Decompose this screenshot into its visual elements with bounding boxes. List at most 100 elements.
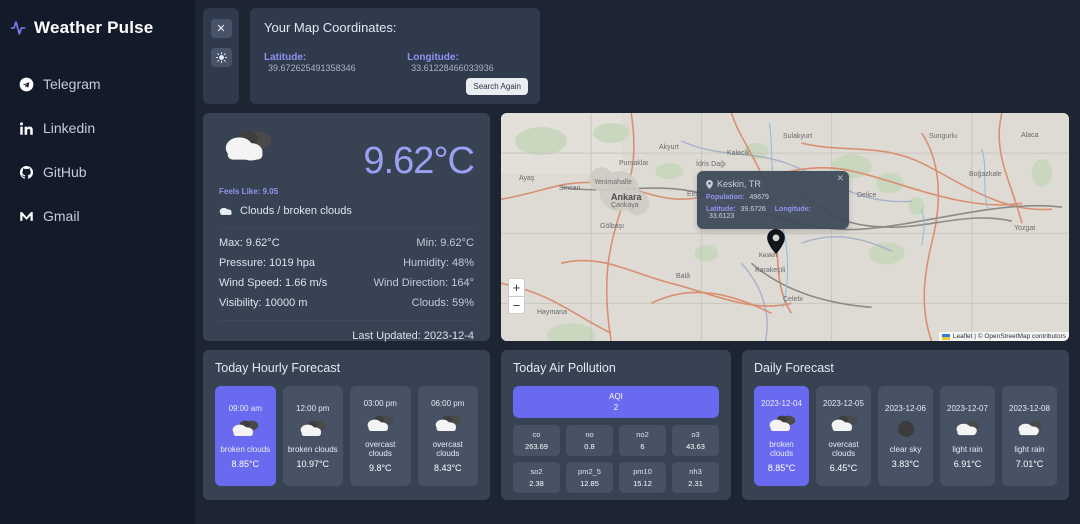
theme-toggle-sun-icon[interactable] [210,48,232,67]
daily-description: light rain [1014,444,1045,454]
daily-description: broken clouds [769,440,794,458]
air-component-value: 263.69 [525,442,548,451]
sidebar-item-label: Gmail [43,208,80,224]
current-weather-card: 9.62°C Feels Like: 9.05 Clouds / broken … [203,113,490,342]
daily-forecast-tile[interactable]: 2023-12-04 broken clouds 8.85°C [754,386,809,486]
daily-temperature: 3.83°C [891,458,920,469]
map-place-label: İdris Dağı [696,161,726,168]
popup-latitude-value: 39.6726 [740,206,766,213]
air-component-name: nh3 [689,467,702,476]
sidebar-item-label: Linkedin [43,120,96,136]
map-place-label: Balâ [676,273,691,280]
wind-direction: Wind Direction: 164° [373,277,474,289]
map-place-label: Alaca [1021,132,1039,139]
daily-forecast-tile[interactable]: 2023-12-08 light rain 7.01°C [1002,386,1057,486]
air-component-cell: so2 2.38 [513,462,560,493]
daily-forecast-tile[interactable]: 2023-12-07 light rain 6.91°C [940,386,995,486]
coordinates-title: Your Map Coordinates: [264,20,397,35]
air-pollution-panel: Today Air Pollution AQI 2 co 263.69 no 0.8 n… [501,350,731,500]
map-place-label: Sincan [559,185,581,192]
daily-forecast-title: Daily Forecast [754,361,834,375]
air-component-cell: pm10 15.12 [619,462,666,493]
close-icon[interactable]: ✕ [210,19,232,38]
air-component-cell: co 263.69 [513,425,560,456]
daily-temperature: 6.45°C [829,463,858,473]
daily-temperature: 6.91°C [953,458,982,469]
air-components-grid: co 263.69 no 0.8 no2 6 o3 43.63 so2 2.38 pm2_5 12.8… [513,425,719,493]
air-component-name: co [532,430,541,439]
sidebar: Weather Pulse Telegram Linkedin GitHub G… [0,0,195,524]
hourly-forecast-tile[interactable]: 03:00 pm overcast clouds 9.8°C [350,386,411,486]
popup-coords-row: Latitude: 39.6726 Longitude: 33.6123 [706,206,840,220]
sidebar-item-gmail[interactable]: Gmail [0,198,195,234]
map-place-label: Yenimahalle [594,179,632,186]
map-place-label: Kalecik [727,150,750,157]
map-attribution: Leaflet | © OpenStreetMap contributors [938,332,1069,341]
popup-close-icon[interactable]: ✕ [836,173,844,184]
map-zoom-controls[interactable]: + − [508,278,525,314]
hourly-temperature: 10.97°C [296,458,330,469]
map-place-label: Boğazkale [969,171,1002,178]
attribution-text[interactable]: Leaflet | © OpenStreetMap contributors [953,333,1066,340]
daily-forecast-tile[interactable]: 2023-12-05 overcast clouds 6.45°C [816,386,871,486]
map-place-label: Haymana [537,309,567,316]
hourly-forecast-title: Today Hourly Forecast [215,361,341,375]
last-updated: Last Updated: 2023-12-4 [219,320,474,342]
light-rain-icon [953,418,983,440]
air-component-value: 12.85 [580,479,599,488]
hourly-description: broken clouds [220,444,271,454]
small-cloud-icon [219,206,233,216]
map-place-label: Çankaya [611,202,639,209]
sidebar-nav: Telegram Linkedin GitHub Gmail [0,66,195,234]
map-place-label: Pursaklar [619,160,649,167]
map-place-label: Sungurlu [929,133,958,140]
daily-forecast-tile[interactable]: 2023-12-06 clear sky 3.83°C [878,386,933,486]
daily-date: 2023-12-06 [885,403,926,413]
coordinates-card: Your Map Coordinates: Latitude: 39.67262… [250,8,540,104]
hourly-forecast-tile[interactable]: 06:00 pm overcast clouds 8.43°C [417,386,478,486]
broken-clouds-icon [219,126,277,168]
map-marker-pin-icon[interactable] [767,229,785,254]
search-again-button[interactable]: Search Again [466,78,528,95]
popup-population-row: Population: 49679 [706,194,840,201]
daily-temperature: 7.01°C [1015,458,1044,469]
sidebar-item-telegram[interactable]: Telegram [0,66,195,102]
hourly-temperature: 8.85°C [231,458,260,469]
daily-description: clear sky [889,444,922,454]
current-temperature: 9.62°C [363,140,475,182]
population-label: Population: [706,194,745,201]
map-place-label: Sulakyurt [783,133,813,140]
sidebar-item-github[interactable]: GitHub [0,154,195,190]
wind-speed: Wind Speed: 1.66 m/s [219,277,328,289]
zoom-out-button[interactable]: − [509,296,524,313]
min-temp: Min: 9.62°C [416,237,474,249]
daily-temperature: 8.85°C [767,463,796,473]
light-rain-icon [1015,418,1045,440]
air-component-cell: pm2_5 12.85 [566,462,613,493]
hourly-description: broken clouds [287,444,338,454]
sidebar-item-linkedin[interactable]: Linkedin [0,110,195,146]
longitude-label: Longitude: [407,52,459,63]
latitude-label: Latitude: [264,52,307,63]
current-weather-header: 9.62°C [219,126,475,183]
metric-row: Pressure: 1019 hpa Humidity: 48% [219,257,474,269]
map-tool-column: ✕ [203,8,239,104]
hourly-time: 03:00 pm [363,399,397,408]
longitude-group: Longitude: 33.61228466033936 [407,52,526,73]
map-place-label: Çelebi [783,296,803,303]
aqi-box[interactable]: AQI 2 [513,386,719,418]
hourly-forecast-tile[interactable]: 12:00 pm broken clouds 10.97°C [282,386,343,486]
air-component-value: 15.12 [633,479,652,488]
daily-description: light rain [952,444,983,454]
zoom-in-button[interactable]: + [509,279,524,296]
latitude-value: 39.672625491358346 [268,63,356,73]
air-component-value: 43.63 [686,442,705,451]
map-card[interactable]: Ayaş Sincan Yenimahalle Pursaklar Ankara Çank… [501,113,1069,341]
visibility: Visibility: 10000 m [219,297,308,309]
gmail-icon [18,208,34,224]
hourly-forecast-tile[interactable]: 09:00 am broken clouds 8.85°C [215,386,276,486]
brand: Weather Pulse [0,12,195,38]
daily-tiles: 2023-12-04 broken clouds 8.85°C 2023-12-05 o… [754,386,1057,486]
broken-clouds-icon [230,418,260,440]
map-place-label: Karakeçili [755,267,786,274]
